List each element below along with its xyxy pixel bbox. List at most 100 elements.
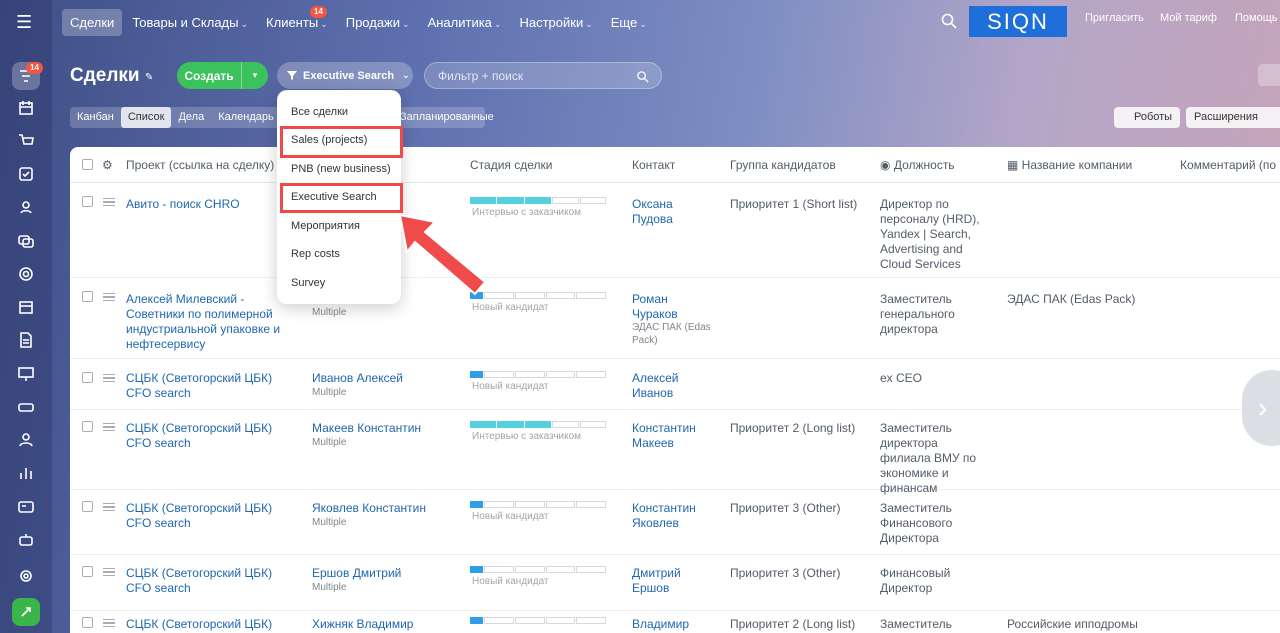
col-group[interactable]: Группа кандидатов xyxy=(730,158,836,172)
help-button[interactable]: Помощь xyxy=(1235,12,1278,24)
drag-handle-icon[interactable] xyxy=(103,293,115,301)
stage-bar[interactable] xyxy=(470,617,607,624)
target-icon[interactable] xyxy=(12,260,40,288)
people-icon[interactable] xyxy=(12,193,40,221)
contact-link[interactable]: Оксана Пудова xyxy=(632,197,702,227)
invite-button[interactable]: Пригласить xyxy=(1085,12,1144,24)
filter-preset-button[interactable]: Executive Search ⌄ xyxy=(277,62,413,89)
menu-item-all-deals[interactable]: Все сделки xyxy=(291,106,348,118)
chat-icon[interactable] xyxy=(12,227,40,255)
group-icon[interactable] xyxy=(12,426,40,454)
contact-link[interactable]: Константин Яковлев xyxy=(632,501,702,531)
project-link[interactable]: СЦБК (Светогорский ЦБК) CFO search xyxy=(126,566,296,596)
row-checkbox[interactable] xyxy=(82,196,93,207)
contact-link[interactable]: Алексей Иванов xyxy=(632,371,702,401)
col-position[interactable]: ◉ Должность xyxy=(880,158,955,172)
drag-handle-icon[interactable] xyxy=(103,374,115,382)
nav-deals[interactable]: Сделки xyxy=(62,8,123,36)
search-icon[interactable] xyxy=(636,70,649,83)
settings-icon[interactable] xyxy=(12,562,40,590)
row-checkbox[interactable] xyxy=(82,617,93,628)
drive-icon[interactable] xyxy=(12,393,40,421)
project-link[interactable]: СЦБК (Светогорский ЦБК) CFO search xyxy=(126,501,296,531)
col-comment[interactable]: Комментарий (по ка xyxy=(1180,158,1280,172)
candidate-link[interactable]: Иванов Алексей xyxy=(312,371,403,386)
view-kanban[interactable]: Канбан xyxy=(70,107,121,128)
table-row[interactable]: СЦБК (Светогорский ЦБК) CFO Хижняк Влади… xyxy=(70,612,1280,633)
project-link[interactable]: СЦБК (Светогорский ЦБК) CFO xyxy=(126,617,296,633)
contact-link[interactable]: Роман Чураков xyxy=(632,292,702,322)
column-settings-icon[interactable]: ⚙ xyxy=(102,158,113,172)
stage-bar[interactable] xyxy=(470,501,607,508)
rocket-icon[interactable] xyxy=(12,598,40,626)
view-calendar[interactable]: Календарь xyxy=(211,107,281,128)
planned-button[interactable]: Запланированные xyxy=(392,107,494,128)
filter-search-input[interactable]: Фильтр + поиск xyxy=(424,62,662,89)
create-button[interactable]: Создать ▾ xyxy=(177,62,268,89)
nav-analytics[interactable]: Аналитика ⌄ xyxy=(420,9,510,36)
gear-icon[interactable] xyxy=(1258,64,1280,86)
nav-clients[interactable]: Клиенты ⌄ 14 xyxy=(258,5,336,36)
pin-icon[interactable]: ✎ xyxy=(145,72,153,83)
row-checkbox[interactable] xyxy=(82,421,93,432)
drag-handle-icon[interactable] xyxy=(103,568,115,576)
contact-link[interactable]: Дмитрий Ершов xyxy=(632,566,702,596)
drag-handle-icon[interactable] xyxy=(103,423,115,431)
chevron-down-icon[interactable]: ▾ xyxy=(242,70,268,81)
project-link[interactable]: Алексей Милевский - Советники по полимер… xyxy=(126,292,296,352)
scroll-right-button[interactable]: › xyxy=(1242,370,1280,446)
col-contact[interactable]: Контакт xyxy=(632,158,675,172)
stage-bar[interactable] xyxy=(470,421,607,428)
document-icon[interactable] xyxy=(12,326,40,354)
candidate-link[interactable]: Яковлев Константин xyxy=(312,501,426,516)
contact-link[interactable]: Константин Макеев xyxy=(632,421,702,451)
view-list[interactable]: Список xyxy=(120,107,172,128)
project-link[interactable]: СЦБК (Светогорский ЦБК) CFO search xyxy=(126,371,296,401)
table-row[interactable]: СЦБК (Светогорский ЦБК) CFO search Ивано… xyxy=(70,360,1280,410)
robot-icon[interactable] xyxy=(12,526,40,554)
table-row[interactable]: СЦБК (Светогорский ЦБК) CFO search Ершов… xyxy=(70,556,1280,611)
col-project[interactable]: Проект (ссылка на сделку) xyxy=(126,158,274,172)
nav-goods[interactable]: Товары и Склады ⌄ xyxy=(124,9,256,36)
select-all-checkbox[interactable] xyxy=(82,159,93,170)
table-row[interactable]: СЦБК (Светогорский ЦБК) CFO search Макее… xyxy=(70,411,1280,495)
presentation-icon[interactable] xyxy=(12,360,40,388)
drag-handle-icon[interactable] xyxy=(103,198,115,206)
nav-sales[interactable]: Продажи ⌄ xyxy=(338,9,418,36)
project-link[interactable]: СЦБК (Светогорский ЦБК) CFO search xyxy=(126,421,296,451)
candidate-link[interactable]: Макеев Константин xyxy=(312,421,421,436)
task-check-icon[interactable] xyxy=(12,160,40,188)
row-checkbox[interactable] xyxy=(82,372,93,383)
contact-link[interactable]: Владимир xyxy=(632,617,702,632)
stage-bar[interactable] xyxy=(470,371,607,378)
view-activities[interactable]: Дела xyxy=(171,107,211,128)
cart-icon[interactable] xyxy=(12,127,40,155)
robots-button[interactable]: Роботы xyxy=(1114,107,1180,128)
extensions-button[interactable]: Расширения xyxy=(1186,107,1280,128)
drag-handle-icon[interactable] xyxy=(103,503,115,511)
row-checkbox[interactable] xyxy=(82,291,93,302)
nav-settings[interactable]: Настройки ⌄ xyxy=(511,9,600,36)
calendar-grid-icon[interactable] xyxy=(12,94,40,122)
table-row[interactable]: СЦБК (Светогорский ЦБК) CFO search Яковл… xyxy=(70,491,1280,555)
table-row[interactable]: Авито - поиск CHRO Интервью с заказчиком… xyxy=(70,184,1280,278)
menu-item-pnb[interactable]: PNB (new business) xyxy=(291,163,391,175)
row-checkbox[interactable] xyxy=(82,501,93,512)
candidate-link[interactable]: Хижняк Владимир xyxy=(312,617,413,632)
menu-item-survey[interactable]: Survey xyxy=(291,277,325,289)
project-link[interactable]: Авито - поиск CHRO xyxy=(126,197,296,212)
menu-item-rep-costs[interactable]: Rep costs xyxy=(291,248,340,260)
contact-card-icon[interactable] xyxy=(12,493,40,521)
stage-bar[interactable] xyxy=(470,197,607,204)
table-row[interactable]: Алексей Милевский - Советники по полимер… xyxy=(70,279,1280,359)
col-stage[interactable]: Стадия сделки xyxy=(470,158,552,172)
row-checkbox[interactable] xyxy=(82,566,93,577)
stage-bar[interactable] xyxy=(470,566,607,573)
nav-more[interactable]: Еще ⌄ xyxy=(603,9,655,36)
menu-item-events[interactable]: Мероприятия xyxy=(291,220,360,232)
menu-icon[interactable]: ☰ xyxy=(16,12,36,33)
my-tariff-button[interactable]: Мой тариф xyxy=(1160,12,1217,24)
candidate-link[interactable]: Ершов Дмитрий xyxy=(312,566,401,581)
drag-handle-icon[interactable] xyxy=(103,619,115,627)
col-company[interactable]: ▦ Название компании xyxy=(1007,158,1132,172)
